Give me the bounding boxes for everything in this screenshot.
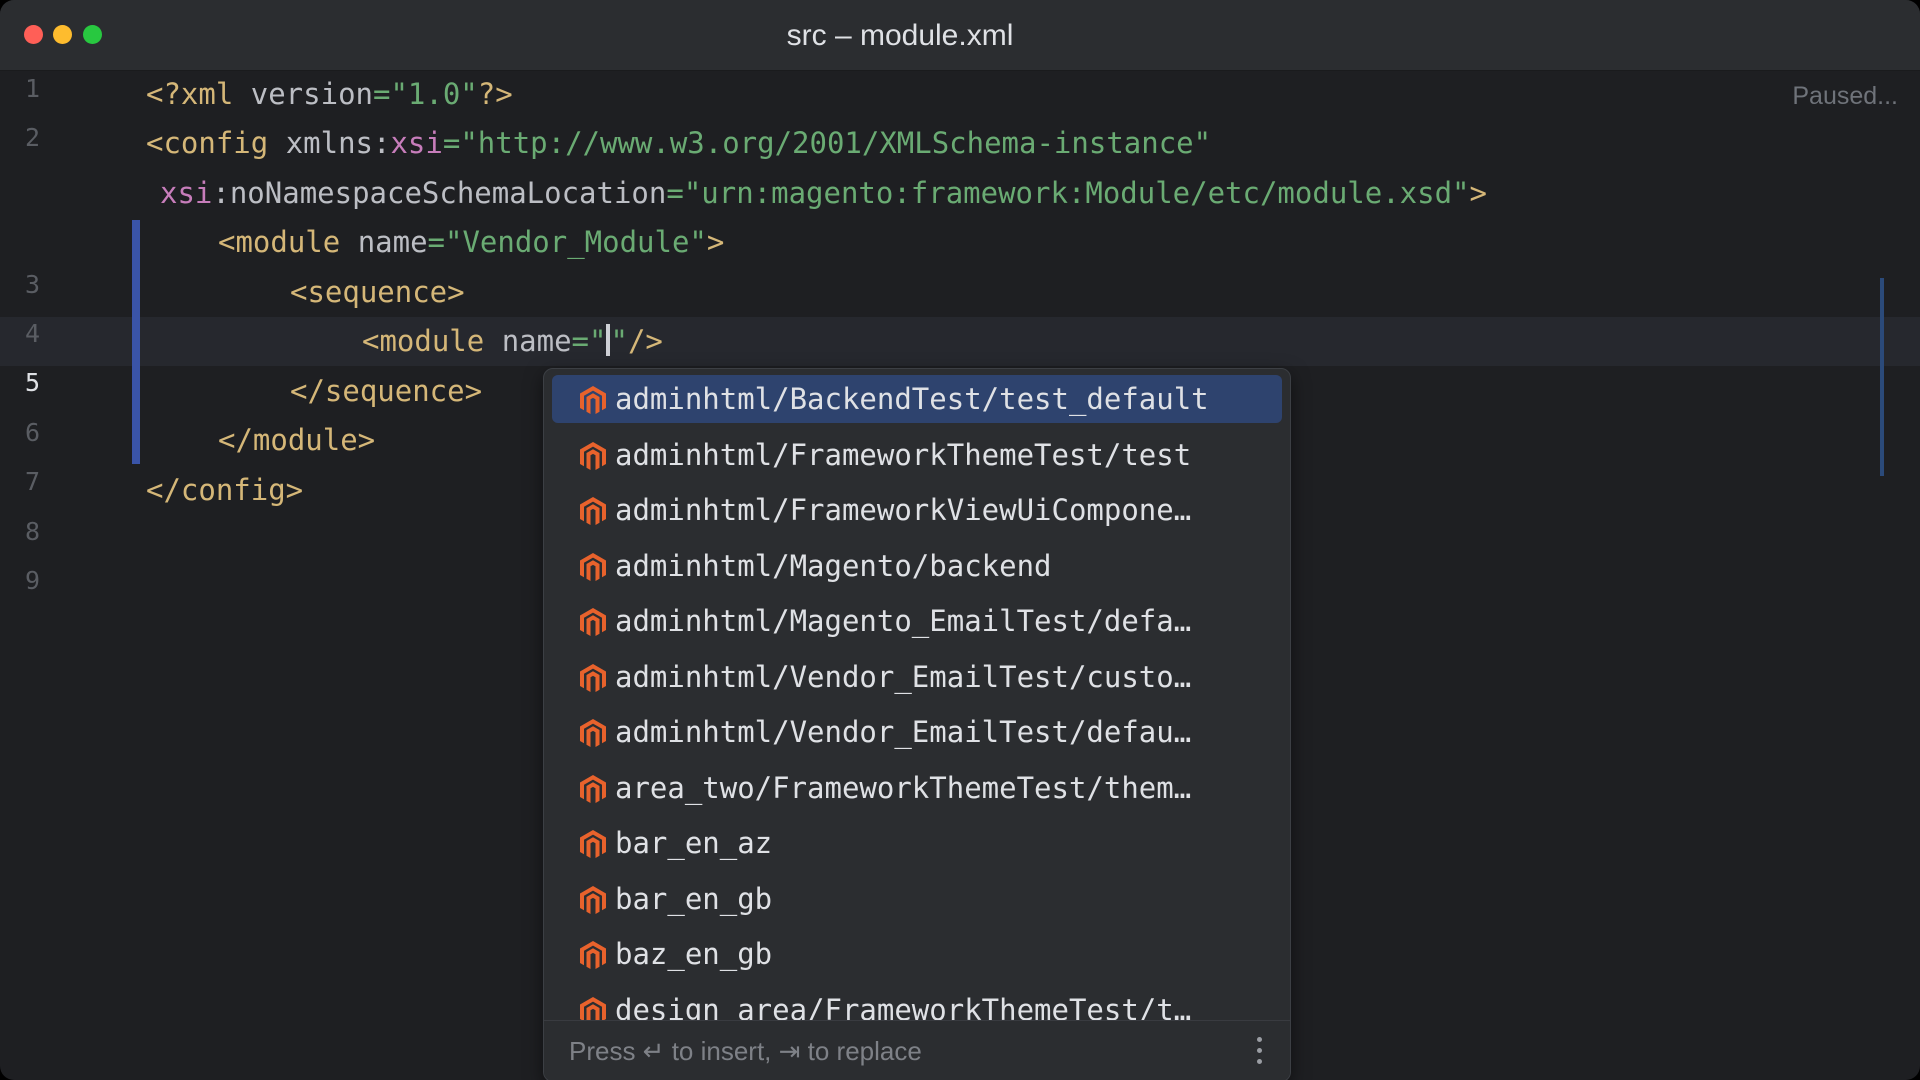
completion-item[interactable]: adminhtml/BackendTest/test_default	[552, 375, 1282, 423]
attr-name: version	[250, 77, 373, 111]
completion-hint: Press ↵ to insert, ⇥ to replace	[569, 1036, 922, 1066]
completion-item[interactable]: area_two/FrameworkThemeTest/them…	[552, 764, 1282, 812]
attr-equals: =	[372, 77, 391, 111]
completion-item[interactable]: adminhtml/FrameworkThemeTest/test	[552, 431, 1282, 479]
completion-item-label: design_area/FrameworkThemeTest/t…	[615, 992, 1192, 1021]
completion-item[interactable]: adminhtml/FrameworkViewUiCompone…	[552, 486, 1282, 534]
magento-icon	[580, 608, 606, 636]
tag-self-close: />	[627, 324, 663, 358]
completion-item[interactable]: adminhtml/Magento/backend	[552, 542, 1282, 590]
line-number-current: 5	[24, 368, 40, 397]
line-number: 7	[24, 467, 40, 496]
tag-close: >	[1469, 176, 1487, 210]
attr-value: "urn:magento:framework:Module/etc/module…	[683, 176, 1470, 210]
completion-item[interactable]: bar_en_az	[552, 819, 1282, 867]
code-line-2[interactable]: <config xmlns:xsi="http://www.w3.org/200…	[146, 119, 1211, 168]
line-number: 2	[24, 123, 40, 152]
tag-open: <module	[218, 225, 358, 259]
completion-list[interactable]: adminhtml/BackendTest/test_defaultadminh…	[544, 375, 1290, 1020]
completion-item-label: adminhtml/FrameworkThemeTest/test	[615, 437, 1192, 472]
line-number: 9	[24, 566, 40, 595]
namespace-prefix: xsi	[390, 126, 443, 160]
tag-open: <module	[362, 324, 502, 358]
code-line-2-wrapped[interactable]: xsi:noNamespaceSchemaLocation="urn:magen…	[160, 169, 1487, 218]
tag-close: </config>	[146, 473, 304, 507]
completion-item[interactable]: baz_en_gb	[552, 930, 1282, 978]
completion-item-label: baz_en_gb	[615, 937, 773, 971]
namespace-prefix: xsi	[160, 176, 213, 210]
xml-declaration-close: ?>	[477, 77, 513, 111]
completion-popup[interactable]: adminhtml/BackendTest/test_defaultadminh…	[543, 368, 1291, 1080]
magento-icon	[580, 941, 606, 969]
line-number: 4	[24, 319, 40, 348]
attr-value-open-quote: "	[589, 324, 607, 358]
completion-item[interactable]: adminhtml/Magento_EmailTest/defa…	[552, 597, 1282, 645]
completion-footer: Press ↵ to insert, ⇥ to replace	[544, 1020, 1290, 1080]
tag-close: >	[706, 225, 725, 259]
attr-value: "Vendor_Module"	[445, 225, 707, 259]
completion-item-label: bar_en_gb	[615, 881, 773, 916]
completion-item-label: bar_en_az	[615, 826, 773, 860]
completion-item[interactable]: adminhtml/Vendor_EmailTest/custo…	[552, 653, 1282, 701]
attr-name: :noNamespaceSchemaLocation	[212, 176, 667, 210]
scrollbar-marker[interactable]	[1880, 278, 1884, 476]
line-number: 8	[24, 517, 40, 546]
magento-icon	[580, 885, 606, 914]
attr-value: "http://www.w3.org/2001/XMLSchema-instan…	[460, 126, 1212, 160]
attr-equals: =	[442, 126, 461, 160]
magento-icon	[580, 386, 606, 414]
current-line-highlight	[0, 317, 1920, 366]
line-number: 3	[24, 270, 40, 299]
code-line-4[interactable]: <sequence>	[290, 268, 465, 317]
line-number: 1	[24, 74, 40, 103]
attr-name: xmlns:	[285, 126, 391, 160]
window-title: src – module.xml	[786, 19, 1014, 52]
completion-item-label: adminhtml/BackendTest/test_default	[615, 382, 1209, 416]
code-line-6[interactable]: </sequence>	[290, 367, 482, 416]
line-number: 6	[24, 418, 40, 447]
code-line-3[interactable]: <module name="Vendor_Module">	[218, 218, 724, 267]
attr-value: "1.0"	[390, 77, 478, 111]
attr-name: name	[501, 324, 572, 358]
attr-value-close-quote: "	[610, 324, 628, 358]
completion-item-label: adminhtml/Vendor_EmailTest/defau…	[615, 715, 1192, 749]
attr-equals: =	[571, 324, 589, 358]
ide-window: src – module.xml Paused... 1 2 3 4 5 6 7…	[0, 0, 1920, 1080]
magento-icon	[580, 830, 606, 858]
attr-equals: =	[666, 176, 684, 210]
completion-item-label: adminhtml/Vendor_EmailTest/custo…	[615, 659, 1192, 694]
magento-icon	[580, 774, 606, 803]
magento-icon	[580, 441, 606, 470]
tag-close: </sequence>	[290, 374, 483, 408]
more-options-icon[interactable]	[1254, 1037, 1264, 1067]
status-paused-label: Paused...	[1792, 82, 1898, 110]
completion-item[interactable]: bar_en_gb	[552, 875, 1282, 923]
tag-close: </module>	[218, 423, 376, 457]
code-line-1[interactable]: <?xml version="1.0"?>	[146, 70, 513, 119]
completion-item[interactable]: design_area/FrameworkThemeTest/t…	[552, 986, 1282, 1021]
code-line-7[interactable]: </module>	[218, 416, 375, 465]
magento-icon	[580, 719, 606, 747]
completion-item-label: adminhtml/Magento/backend	[615, 548, 1052, 583]
attr-equals: =	[427, 225, 445, 259]
title-bar: src – module.xml	[0, 0, 1920, 71]
xml-declaration-open: <?xml	[146, 77, 251, 111]
attr-name: name	[357, 225, 428, 259]
completion-item-label: area_two/FrameworkThemeTest/them…	[615, 770, 1192, 805]
code-line-8[interactable]: </config>	[146, 466, 303, 515]
completion-item-label: adminhtml/FrameworkViewUiCompone…	[615, 493, 1192, 527]
magento-icon	[580, 497, 606, 525]
completion-item-label: adminhtml/Magento_EmailTest/defa…	[615, 604, 1192, 638]
code-line-5[interactable]: <module name=" "/>	[362, 317, 663, 366]
magento-icon	[580, 552, 606, 581]
completion-item[interactable]: adminhtml/Vendor_EmailTest/defau…	[552, 708, 1282, 756]
magento-icon	[580, 996, 606, 1020]
magento-icon	[580, 663, 606, 692]
vcs-change-marker[interactable]	[132, 220, 140, 464]
tag-open: <sequence>	[290, 275, 465, 309]
tag-open: <config	[146, 126, 286, 160]
